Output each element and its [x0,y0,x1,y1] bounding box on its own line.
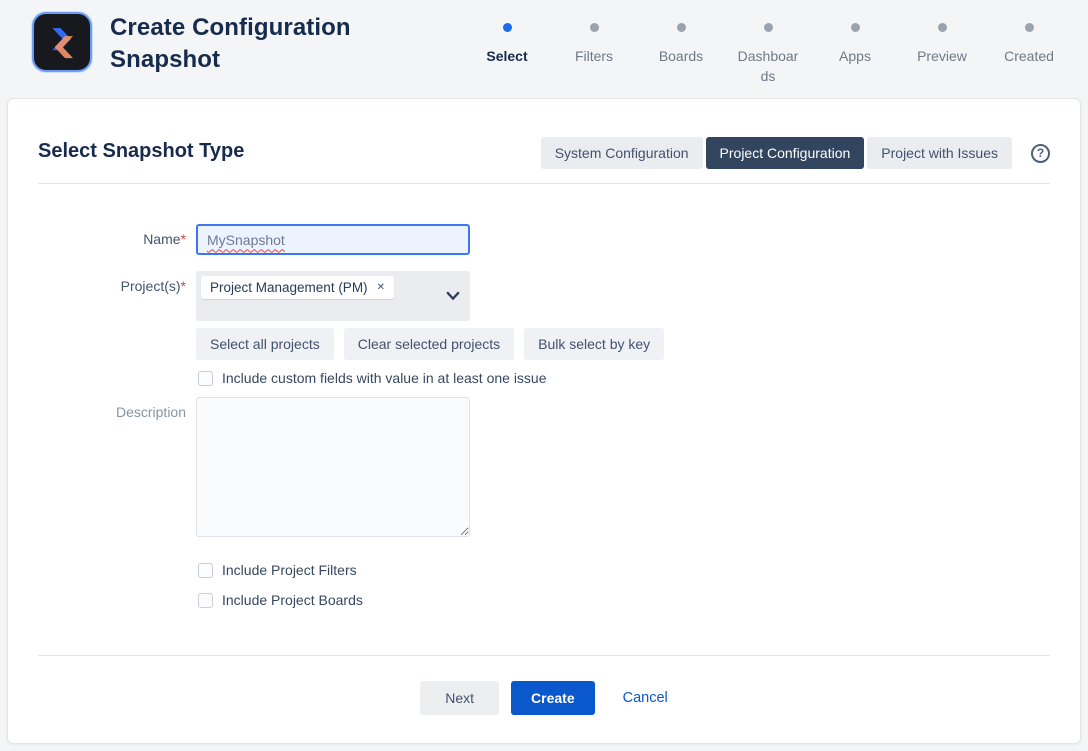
description-textarea[interactable] [196,397,470,537]
tab-project-configuration[interactable]: Project Configuration [706,137,865,169]
step-label: Dashboards [737,46,799,87]
include-custom-fields-label: Include custom fields with value in at l… [222,370,547,386]
footer-actions: Next Create Cancel [38,656,1050,715]
stepper-step-boards[interactable]: Boards [650,14,712,87]
name-label: Name* [38,224,186,247]
tab-system-configuration[interactable]: System Configuration [541,137,703,169]
step-dot-icon [503,23,512,32]
step-dot-icon [851,23,860,32]
include-project-boards-checkbox[interactable] [198,593,213,608]
required-marker: * [181,231,186,247]
stepper-step-created[interactable]: Created [998,14,1060,87]
description-field-row: Description [38,397,1050,542]
name-input[interactable]: MySnapshot [196,224,470,255]
project-action-buttons: Select all projects Clear selected proje… [196,328,1050,360]
step-label: Boards [659,46,703,66]
step-dot-icon [590,23,599,32]
projects-multiselect[interactable]: Project Management (PM) ✕ [196,271,470,321]
app-header: Create Configuration Snapshot Select Fil… [0,0,1088,98]
snapshot-panel: Select Snapshot Type System Configuratio… [7,98,1081,744]
include-project-boards-label: Include Project Boards [222,592,363,608]
step-dot-icon [1025,23,1034,32]
create-button[interactable]: Create [511,681,595,715]
wizard-stepper: Select Filters Boards Dashboards Apps Pr… [476,12,1060,87]
panel-header: Select Snapshot Type System Configuratio… [38,99,1050,183]
step-label: Preview [917,46,967,66]
step-dot-icon [677,23,686,32]
projects-field-row: Project(s)* Project Management (PM) ✕ [38,271,1050,321]
include-project-filters-row: Include Project Filters [198,562,1050,578]
projects-label: Project(s)* [38,271,186,294]
selected-project-chip: Project Management (PM) ✕ [201,276,394,299]
description-label: Description [38,397,186,420]
tab-project-with-issues[interactable]: Project with Issues [867,137,1012,169]
configuration-snapshot-logo-icon [40,20,84,64]
cancel-link[interactable]: Cancel [623,690,668,706]
stepper-step-apps[interactable]: Apps [824,14,886,87]
include-project-filters-checkbox[interactable] [198,563,213,578]
next-button[interactable]: Next [420,681,499,715]
include-project-filters-label: Include Project Filters [222,562,357,578]
required-marker: * [181,278,186,294]
bulk-select-by-key-button[interactable]: Bulk select by key [524,328,664,360]
step-label: Created [1004,46,1054,66]
help-icon[interactable]: ? [1031,144,1050,163]
step-label: Select [486,46,527,66]
stepper-step-preview[interactable]: Preview [911,14,973,87]
step-dot-icon [938,23,947,32]
snapshot-type-tabs: System Configuration Project Configurati… [541,137,1012,169]
include-project-boards-row: Include Project Boards [198,592,1050,608]
step-label: Filters [575,46,613,66]
stepper-step-filters[interactable]: Filters [563,14,625,87]
name-input-value: MySnapshot [207,232,285,248]
chip-label: Project Management (PM) [210,280,368,295]
step-label: Apps [839,46,871,66]
select-all-projects-button[interactable]: Select all projects [196,328,334,360]
include-custom-fields-checkbox[interactable] [198,371,213,386]
step-dot-icon [764,23,773,32]
name-field-row: Name* MySnapshot [38,224,1050,255]
stepper-step-select[interactable]: Select [476,14,538,87]
chevron-down-icon [446,291,460,301]
include-custom-fields-row: Include custom fields with value in at l… [198,370,1050,386]
snapshot-form: Name* MySnapshot Project(s)* Project Man… [38,184,1050,608]
section-heading: Select Snapshot Type [38,140,244,163]
chip-remove-icon[interactable]: ✕ [377,282,385,293]
page-title: Create Configuration Snapshot [110,12,378,75]
app-logo [32,12,92,72]
clear-selected-projects-button[interactable]: Clear selected projects [344,328,514,360]
stepper-step-dashboards[interactable]: Dashboards [737,14,799,87]
